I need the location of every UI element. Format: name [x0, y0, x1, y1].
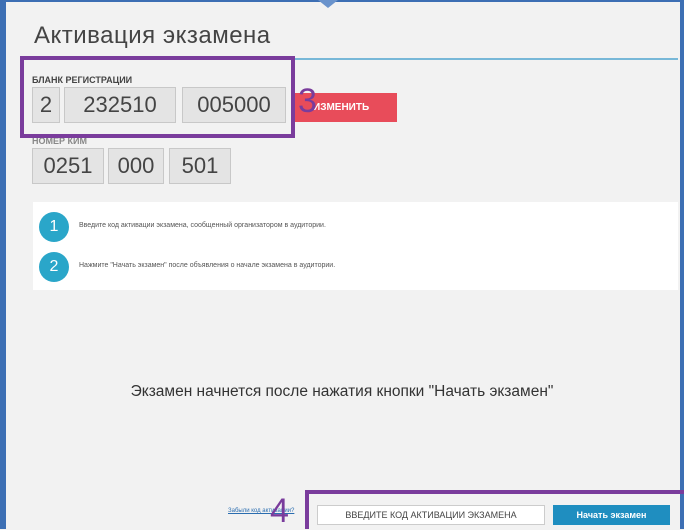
kim-field-3[interactable]: 501 — [169, 148, 231, 184]
annotation-number-3: 3 — [298, 82, 317, 120]
annotation-box-3 — [20, 56, 295, 138]
kim-field-1[interactable]: 0251 — [32, 148, 104, 184]
step-text-1: Введите код активации экзамена, сообщенн… — [79, 222, 326, 229]
instruction-steps: 1 Введите код активации экзамена, сообще… — [33, 202, 678, 290]
page-title: Активация экзамена — [34, 22, 271, 49]
step-text-2: Нажмите "Начать экзамен" после объявлени… — [79, 262, 336, 269]
step-number-2: 2 — [39, 252, 69, 282]
kim-field-2[interactable]: 000 — [108, 148, 164, 184]
step-number-1: 1 — [39, 212, 69, 242]
activation-code-input[interactable]: ВВЕДИТЕ КОД АКТИВАЦИИ ЭКЗАМЕНА — [317, 505, 545, 525]
annotation-number-4: 4 — [270, 492, 289, 530]
start-message: Экзамен начнется после нажатия кнопки "Н… — [130, 383, 554, 400]
start-exam-button[interactable]: Начать экзамен — [553, 505, 670, 525]
title-divider — [294, 58, 678, 60]
window-notch — [318, 0, 338, 8]
